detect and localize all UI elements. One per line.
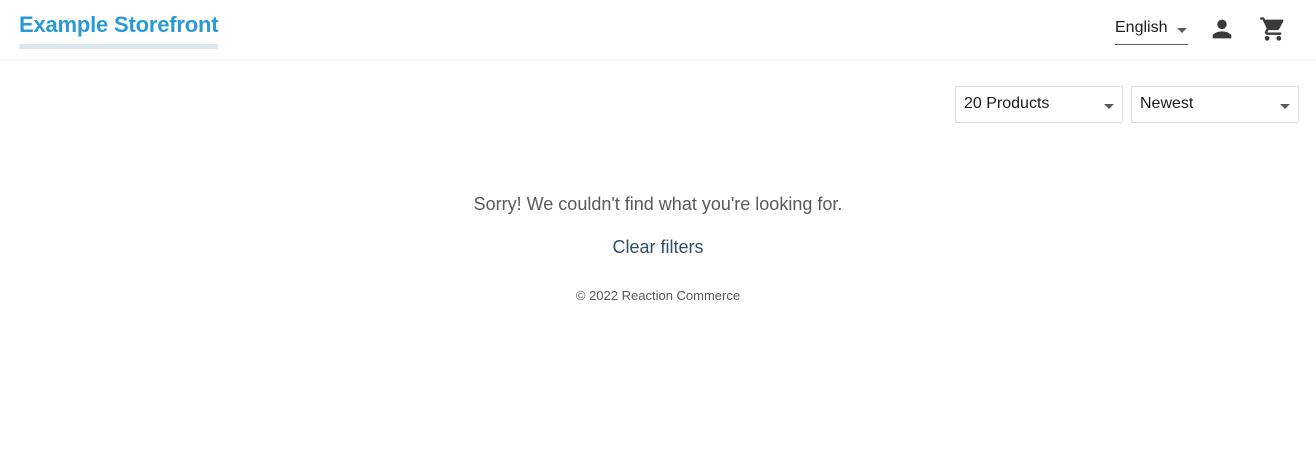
chevron-down-icon [1104, 104, 1114, 109]
page-size-value: 20 Products [964, 95, 1050, 112]
chevron-down-icon [1280, 104, 1290, 109]
page-size-select[interactable]: 20 Products [955, 86, 1123, 123]
empty-results: Sorry! We couldn't find what you're look… [0, 192, 1316, 259]
person-icon [1212, 19, 1232, 39]
language-select[interactable]: English [1115, 17, 1188, 45]
clear-filters-link[interactable]: Clear filters [612, 235, 703, 259]
empty-results-message: Sorry! We couldn't find what you're look… [473, 194, 843, 214]
store-logo[interactable]: Example Storefront [19, 10, 219, 49]
sort-by-select[interactable]: Newest [1131, 86, 1299, 123]
chevron-down-icon [1177, 28, 1187, 33]
site-header: Example Storefront English [0, 0, 1316, 61]
account-button[interactable] [1208, 15, 1236, 43]
language-select-value: English [1115, 19, 1168, 36]
sort-by-value: Newest [1140, 95, 1194, 112]
cart-button[interactable] [1259, 15, 1287, 43]
shopping-cart-icon [1260, 17, 1284, 41]
copyright-footer: © 2022 Reaction Commerce [575, 288, 741, 303]
